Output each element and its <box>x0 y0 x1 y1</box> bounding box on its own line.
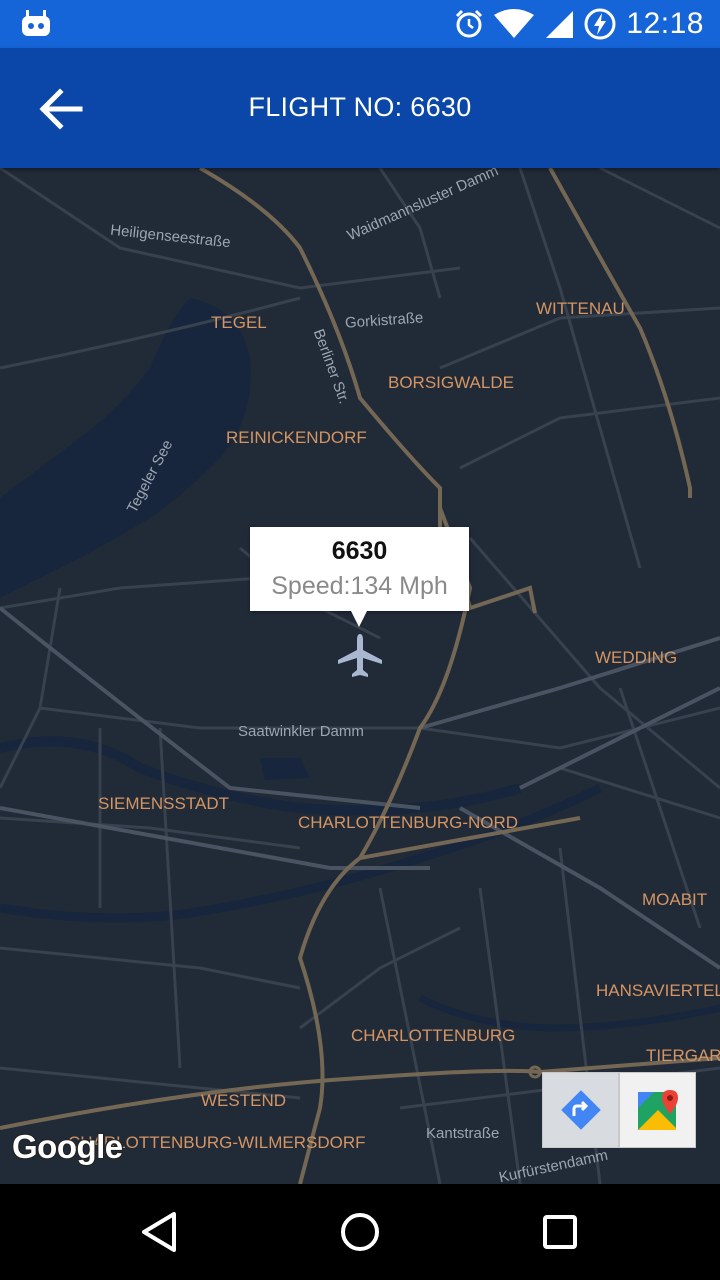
district-label: CHARLOTTENBURG <box>351 1026 516 1045</box>
street-label: Kantstraße <box>426 1125 500 1142</box>
clock: 12:18 <box>626 7 704 40</box>
marker-info-window[interactable]: 6630 Speed:134 Mph <box>250 527 469 627</box>
map-view[interactable]: TEGEL WITTENAU BORSIGWALDE REINICKENDORF… <box>0 168 720 1184</box>
district-label: TIERGART <box>646 1046 720 1065</box>
home-circle-icon[interactable] <box>338 1210 382 1254</box>
recents-square-icon[interactable] <box>538 1210 582 1254</box>
district-label: MOABIT <box>642 890 708 909</box>
flight-number: 6630 <box>331 537 388 565</box>
flight-speed: Speed:134 Mph <box>271 572 448 600</box>
map-toolbar <box>542 1072 696 1148</box>
wifi-icon <box>494 9 535 38</box>
google-maps-icon <box>637 1090 678 1130</box>
district-label: HANSAVIERTEL <box>596 981 720 1000</box>
directions-icon <box>560 1090 601 1130</box>
airplane-icon[interactable] <box>336 632 384 680</box>
android-robot-icon <box>22 10 50 36</box>
app-bar: FLIGHT NO: 6630 <box>0 48 720 168</box>
open-in-maps-button[interactable] <box>619 1072 696 1148</box>
back-triangle-icon[interactable] <box>138 1210 182 1254</box>
directions-button[interactable] <box>542 1072 619 1148</box>
district-label: CHARLOTTENBURG-NORD <box>298 813 519 832</box>
district-label: TEGEL <box>211 313 267 332</box>
district-label: WITTENAU <box>536 299 625 318</box>
street-label: Saatwinkler Damm <box>238 723 364 740</box>
district-label: REINICKENDORF <box>226 428 367 447</box>
battery-charging-icon <box>584 8 616 40</box>
status-bar: 12:18 <box>0 0 720 48</box>
alarm-icon <box>456 9 483 38</box>
page-title: FLIGHT NO: 6630 <box>248 92 472 122</box>
district-label: SIEMENSSTADT <box>98 794 229 813</box>
system-navigation-bar <box>0 1184 720 1280</box>
google-logo: Google <box>12 1128 123 1165</box>
district-label: WEDDING <box>595 648 678 667</box>
signal-icon <box>546 11 574 38</box>
district-label: BORSIGWALDE <box>388 373 514 392</box>
district-label: WESTEND <box>201 1091 286 1110</box>
